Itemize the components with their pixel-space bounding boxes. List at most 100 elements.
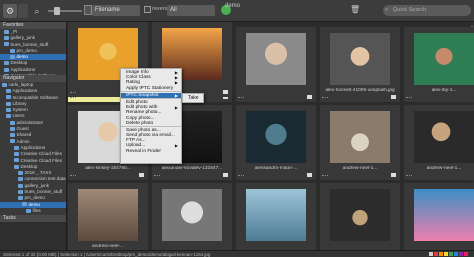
folder-icon [2, 82, 7, 87]
thumbnail-cell[interactable] [236, 27, 316, 102]
status-bar: Selected 1 of 32 (0.00 MB) | Selection 1… [0, 250, 474, 257]
favorite-label: _PI [10, 29, 18, 34]
color-class-swatch[interactable] [459, 252, 463, 256]
thumbnail-cell[interactable] [320, 183, 400, 250]
rating-dots[interactable] [70, 97, 76, 99]
flag-icon[interactable] [307, 95, 312, 99]
thumbnail-caption: alex-iby-1... [431, 88, 457, 93]
thumbnail-image[interactable] [414, 189, 474, 241]
context-menu-item[interactable]: Apply IPTC Stationery [121, 86, 181, 91]
folder-icon [10, 133, 15, 138]
trash-icon[interactable]: 🗑 [350, 5, 360, 15]
thumbnail-image[interactable] [246, 189, 306, 241]
favorite-label: Desktop [10, 60, 28, 66]
tasks-header: Tasks [0, 215, 66, 222]
navigator-label: Desktop [20, 163, 38, 169]
sort-field-select[interactable]: Filename [92, 5, 140, 16]
navigator-label: gallery_junk [24, 182, 50, 188]
navigator-label: Users [12, 113, 25, 119]
navigator-item[interactable]: files [0, 208, 66, 214]
rating-dots[interactable] [70, 92, 76, 94]
favorite-item[interactable]: Incompatible Software [0, 73, 66, 75]
thumbnail-image[interactable] [246, 33, 306, 85]
color-class-swatch[interactable] [429, 252, 433, 256]
flag-icon[interactable] [391, 173, 396, 177]
navigator-label: demo [28, 201, 41, 207]
view-toggle-button[interactable] [18, 4, 28, 18]
quick-search-input[interactable]: ⌕ Quick Search [383, 5, 471, 16]
magnifier-icon: ⌕ [385, 7, 389, 13]
rating-dots[interactable] [406, 175, 412, 177]
context-menu-item[interactable]: Reveal in Finder [121, 149, 181, 154]
rating-dots[interactable] [238, 97, 244, 99]
thumbnail-cell[interactable]: andrew-neel-... [68, 183, 148, 250]
color-class-swatch[interactable] [454, 252, 458, 256]
navigator-label: Creative Cloud Files [20, 157, 62, 163]
thumbnail-image[interactable] [414, 111, 474, 163]
rating-dots[interactable] [406, 97, 412, 99]
folder-icon [18, 170, 23, 175]
folder-icon [18, 177, 23, 182]
folder-icon [10, 54, 15, 59]
filter-select[interactable]: All [167, 5, 215, 16]
folder-icon [4, 36, 9, 41]
folder-icon [18, 196, 23, 201]
search-icon[interactable]: ⌕ [31, 4, 43, 18]
thumbnail-image[interactable] [162, 189, 222, 241]
folder-icon [18, 189, 23, 194]
folder-icon [10, 139, 15, 144]
navigator-label: connection test data [24, 176, 66, 182]
thumbnail-cell[interactable]: alex-iby-1... [404, 27, 474, 102]
thumbnail-caption: alexander-kovalev-131547... [161, 166, 223, 171]
thumbnail-image[interactable] [330, 33, 390, 85]
folder-icon [6, 95, 11, 100]
color-class-swatch[interactable] [439, 252, 443, 256]
thumbnail-cell[interactable] [236, 183, 316, 250]
flag-icon[interactable] [391, 95, 396, 99]
thumbnail-image[interactable] [414, 33, 474, 85]
navigator-label: Shared [16, 132, 32, 138]
thumbnail-cell[interactable] [152, 183, 232, 250]
color-class-swatch[interactable] [464, 252, 468, 256]
navigator-label: Library [12, 100, 27, 106]
context-menu-label: Reveal in Finder [126, 148, 161, 154]
flag-icon[interactable] [223, 90, 228, 94]
context-menu-item[interactable]: IPTC Snapshot ▶ [121, 92, 181, 98]
color-class-swatch[interactable] [444, 252, 448, 256]
favorite-label: Applications [10, 66, 36, 72]
rating-dots[interactable] [70, 175, 76, 177]
gear-icon[interactable]: ⚙ [3, 4, 17, 18]
color-class-swatch[interactable] [434, 252, 438, 256]
submenu-take[interactable]: Take [182, 93, 204, 103]
navigator-header: Navigator [0, 75, 66, 82]
rating-dots[interactable] [322, 175, 328, 177]
context-menu-label: Delete photo [126, 120, 154, 126]
rating-dots[interactable] [322, 97, 328, 99]
flag-icon[interactable] [139, 173, 144, 177]
thumbnail-image[interactable] [246, 111, 306, 163]
thumbnail-cell[interactable]: alex-hockett-41005-unsplash.jpg [320, 27, 400, 102]
navigator-label: carls_laptop [8, 82, 34, 87]
rating-dots[interactable] [154, 175, 160, 177]
navigator-label: Admin [16, 138, 30, 144]
context-menu-item[interactable]: Delete photo [121, 121, 181, 126]
folder-icon [10, 120, 15, 125]
flag-icon[interactable] [223, 173, 228, 177]
context-menu-label: Apply IPTC Stationery [126, 85, 174, 91]
flag-icon[interactable] [307, 173, 312, 177]
thumbnail-cell[interactable]: andrew-neel-1... [404, 105, 474, 180]
thumbnail-image[interactable] [78, 189, 138, 241]
thumbnail-cell[interactable] [404, 183, 474, 250]
navigator-panel: carls_laptop Applications Incompatible Sof… [0, 82, 66, 215]
color-class-swatch[interactable] [449, 252, 453, 256]
thumbnail-cell[interactable]: alessandro-mauri-... [236, 105, 316, 180]
sort-icon[interactable] [84, 5, 92, 15]
rating-dots[interactable] [238, 175, 244, 177]
folder-icon [4, 29, 9, 34]
thumbnail-size-slider[interactable] [48, 7, 82, 15]
thumbnail-image[interactable] [330, 189, 390, 241]
folder-icon [6, 101, 11, 106]
thumbnail-image[interactable] [330, 111, 390, 163]
thumbnail-cell[interactable]: andrew-neel-1... [320, 105, 400, 180]
reverse-checkbox[interactable] [144, 6, 151, 13]
